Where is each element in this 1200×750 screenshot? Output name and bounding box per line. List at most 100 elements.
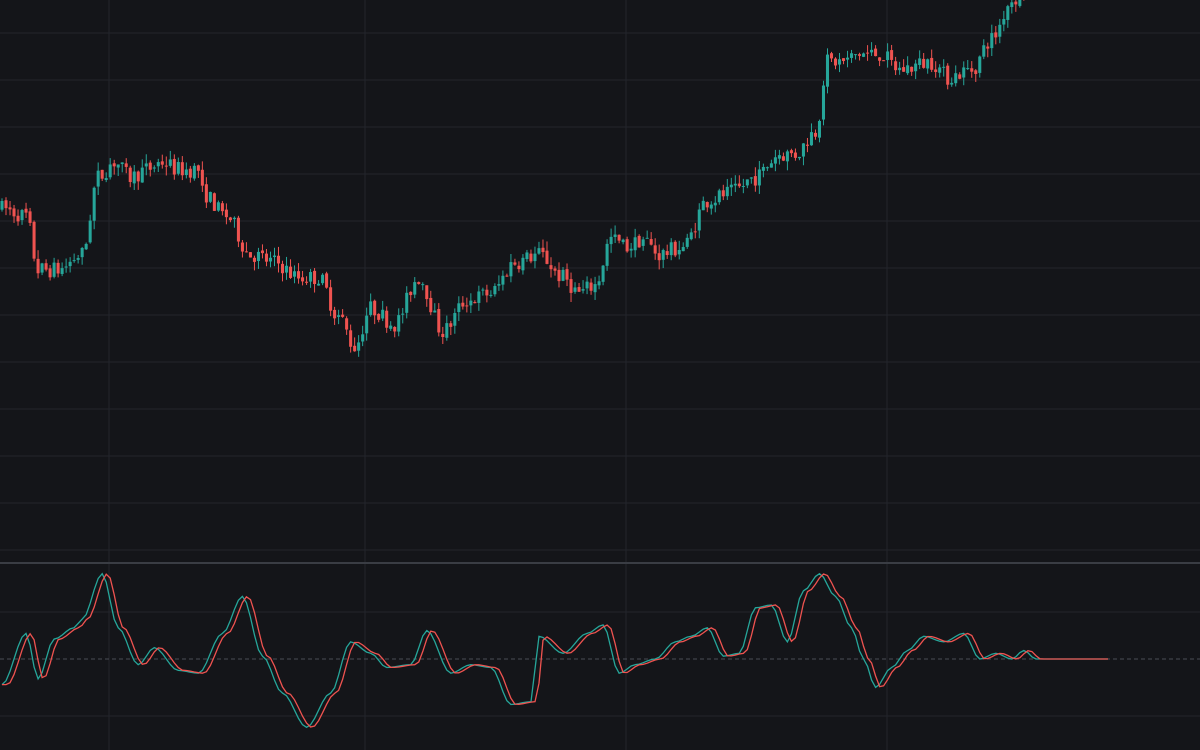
candle-body [821, 85, 826, 120]
candle-body [737, 183, 741, 187]
candle-body [413, 282, 417, 295]
candle-body [749, 177, 753, 179]
candle-body [36, 258, 40, 274]
candle-body [729, 184, 733, 188]
candle-body [385, 310, 389, 328]
candle-body [970, 68, 974, 72]
candle-body [393, 326, 397, 332]
candle-body [1014, 1, 1018, 5]
candle-body [184, 169, 188, 176]
candle-body [429, 297, 433, 313]
candle-body [216, 202, 220, 211]
candle-body [289, 266, 293, 278]
candle-body [870, 49, 874, 53]
candle-body [112, 163, 116, 167]
candle-body [497, 284, 501, 286]
candle-body [293, 271, 297, 277]
candle-body [589, 282, 593, 291]
candle-body [80, 247, 84, 258]
candle-body [761, 166, 765, 171]
candle-body [381, 309, 385, 319]
candle-body [685, 237, 689, 247]
candle-body [256, 251, 260, 262]
candle-body [705, 202, 709, 208]
candle-body [974, 70, 978, 74]
candle-body [409, 291, 413, 296]
candle-body [785, 151, 789, 162]
candle-body [208, 191, 212, 202]
candle-body [693, 231, 697, 233]
candle-body [0, 200, 4, 210]
chart-background [0, 0, 1200, 750]
candle-body [248, 252, 252, 258]
candle-body [421, 284, 425, 286]
candle-body [990, 33, 994, 49]
candle-body [906, 65, 910, 74]
candle-body [252, 257, 256, 262]
candle-body [878, 57, 882, 61]
candle [325, 271, 329, 289]
candle-body [220, 203, 224, 212]
candle-body [345, 318, 349, 330]
candle-body [505, 275, 509, 277]
candle-body [116, 164, 120, 168]
candle-body [982, 45, 986, 57]
candle-body [4, 200, 8, 209]
candle-body [445, 323, 449, 338]
candle-body [441, 333, 445, 338]
candle-body [601, 265, 605, 282]
candle-body [132, 171, 136, 184]
candle-body [1018, 0, 1022, 6]
candle-body [148, 162, 152, 170]
candle-body [493, 286, 497, 295]
candle-body [369, 301, 373, 315]
candle-body [156, 162, 160, 167]
candle-body [313, 270, 317, 285]
candle-body [297, 271, 301, 279]
candle-body [192, 165, 196, 179]
candle-body [769, 163, 773, 168]
candle-body [557, 269, 561, 282]
candle-body [8, 207, 12, 210]
candle-body [473, 302, 477, 304]
candle-body [172, 158, 176, 175]
candle-body [709, 204, 713, 209]
candle-body [789, 150, 793, 154]
candle-body [777, 155, 781, 159]
candle-body [1002, 19, 1006, 25]
candle-body [926, 59, 930, 69]
candle-body [673, 241, 677, 256]
candle-body [850, 53, 854, 58]
candle-body [268, 257, 273, 262]
candle-body [833, 58, 838, 66]
candle-body [657, 253, 661, 261]
candle-body [52, 262, 56, 277]
candle-body [513, 262, 517, 265]
candle-body [858, 54, 862, 56]
candle-body [321, 274, 325, 284]
candle-body [212, 193, 216, 211]
candle-body [773, 157, 777, 164]
candle-body [545, 250, 549, 264]
candle [882, 60, 886, 62]
candle-body [72, 260, 76, 262]
candle-body [609, 236, 613, 245]
candle-body [341, 314, 345, 317]
candle-body [84, 243, 88, 250]
candle-body [329, 287, 333, 311]
candle-body [20, 210, 24, 221]
candle-body [333, 309, 337, 319]
candle-body [549, 265, 553, 270]
candle-body [605, 243, 609, 266]
candle [673, 240, 677, 258]
candle-body [882, 60, 886, 62]
candle-body [689, 232, 693, 240]
candle-body [264, 253, 269, 262]
candle-body [365, 315, 369, 334]
candle-body [942, 66, 946, 68]
candle-body [565, 269, 569, 280]
candle [821, 80, 826, 126]
candle [32, 220, 36, 262]
candle-body [998, 24, 1002, 37]
candle-body [585, 281, 589, 289]
